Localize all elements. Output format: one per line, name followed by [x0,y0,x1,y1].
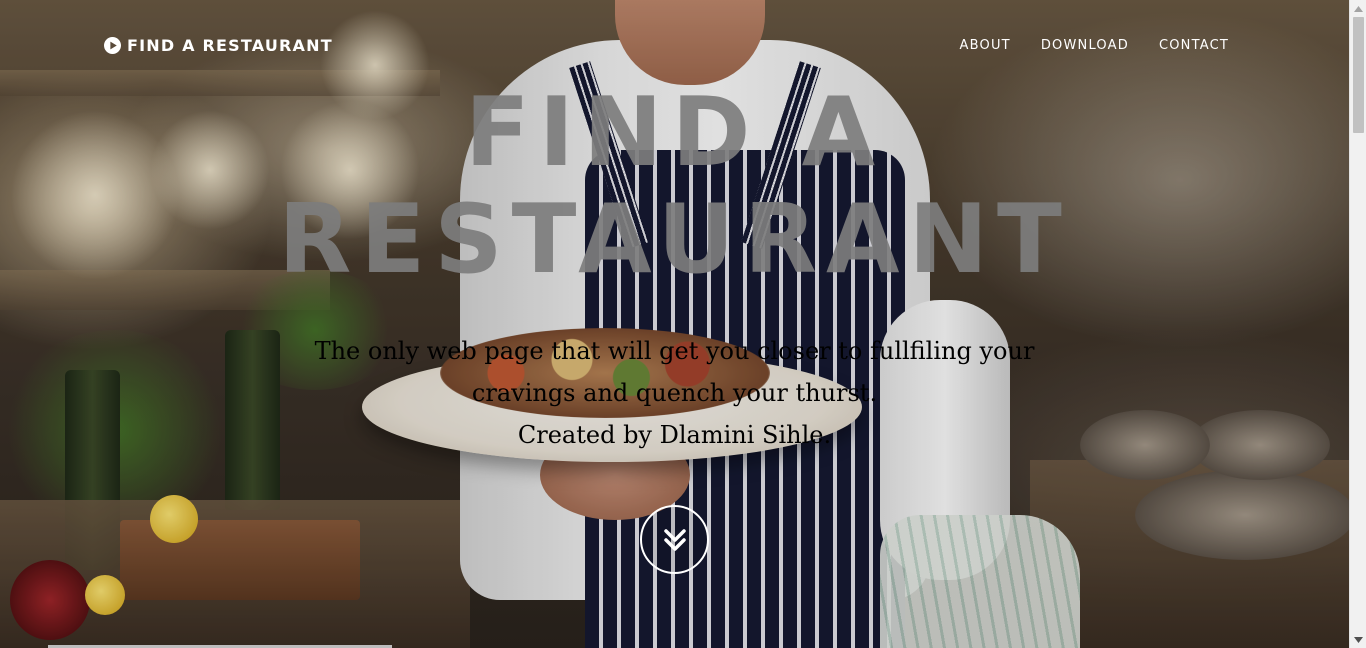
main-nav: ABOUT DOWNLOAD CONTACT [960,38,1229,53]
nav-contact[interactable]: CONTACT [1159,38,1229,53]
brand-name: FIND A RESTAURANT [127,36,333,55]
hero-title: FIND A RESTAURANT [0,80,1349,294]
nav-about[interactable]: ABOUT [960,38,1011,53]
page: FIND A RESTAURANT ABOUT DOWNLOAD CONTACT… [0,0,1366,648]
double-chevron-down-icon [663,528,686,551]
scrollbar-thumb[interactable] [1353,17,1364,133]
nav-download[interactable]: DOWNLOAD [1041,38,1129,53]
scroll-up-arrow-icon[interactable] [1350,0,1366,17]
hero-title-line-2: RESTAURANT [278,185,1071,295]
hero-tagline-line-1: The only web page that will get you clos… [314,337,1035,365]
hero-tagline: The only web page that will get you clos… [0,330,1349,456]
hero-title-line-1: FIND A [464,78,885,188]
scroll-down-button[interactable] [640,505,709,574]
brand-link[interactable]: FIND A RESTAURANT [104,36,333,55]
page-scrollbar[interactable] [1349,0,1366,648]
hero-tagline-line-3: Created by Dlamini Sihle. [517,421,832,449]
play-circle-icon [104,37,121,54]
hero-tagline-line-2: cravings and quench your thurst. [471,379,878,407]
scroll-down-arrow-icon[interactable] [1350,631,1366,648]
